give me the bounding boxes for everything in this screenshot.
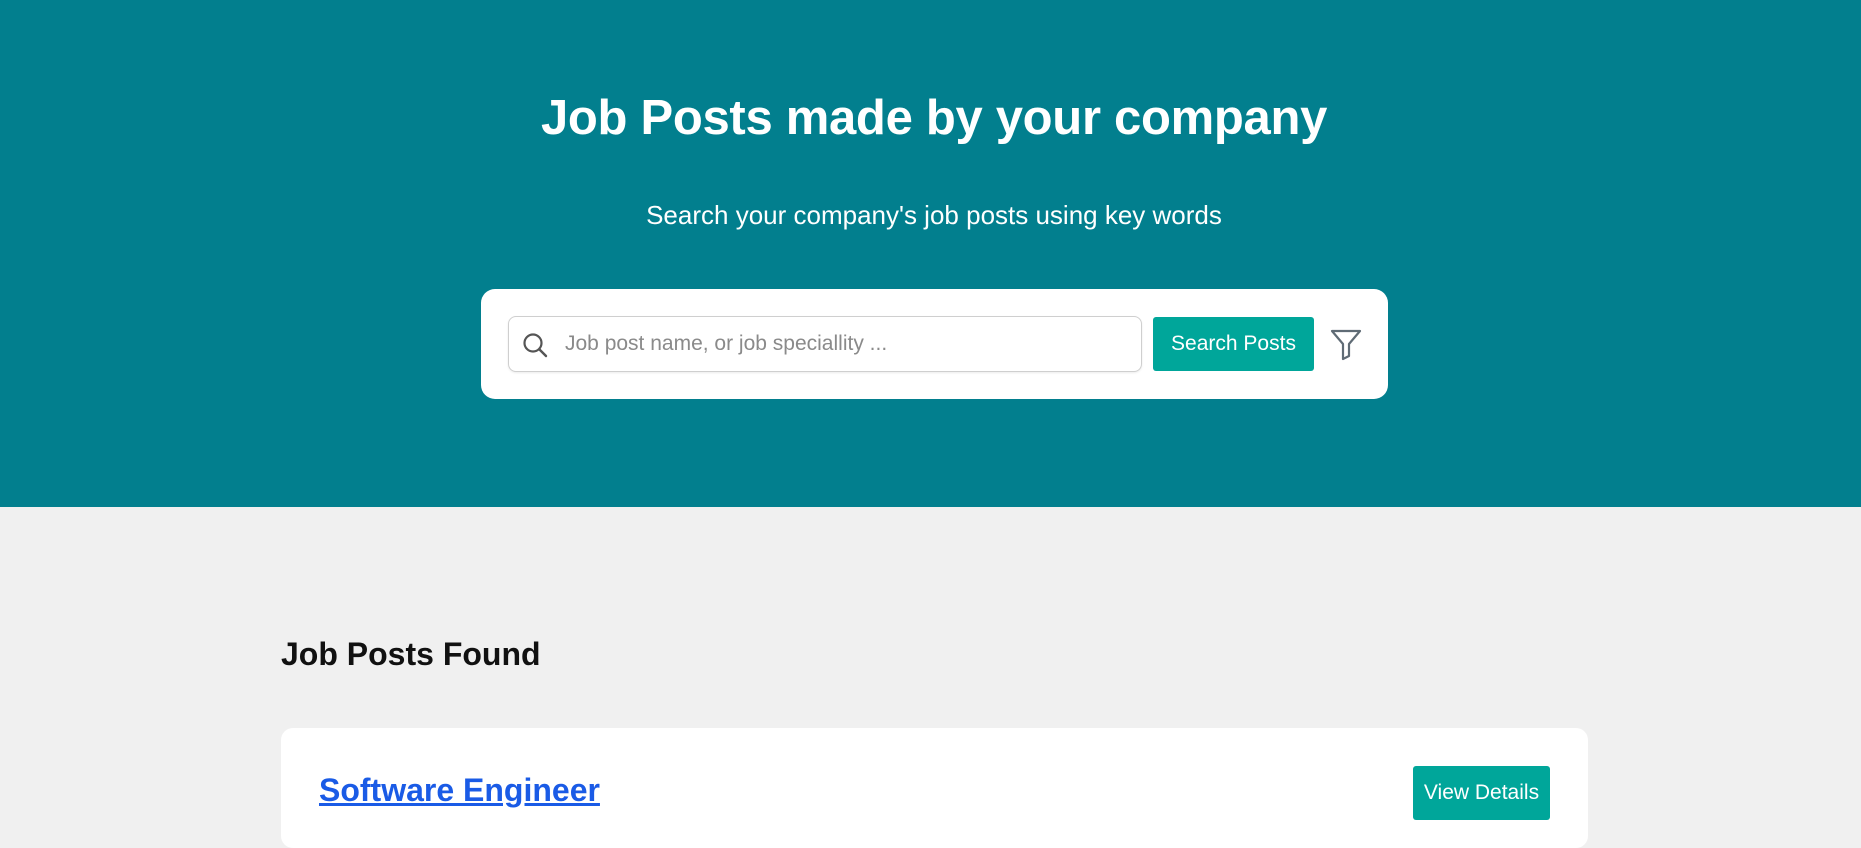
search-field[interactable] xyxy=(508,316,1142,372)
search-panel: Search Posts xyxy=(481,289,1388,399)
page-title: Job Posts made by your company xyxy=(540,91,1328,145)
filter-icon[interactable] xyxy=(1327,325,1365,363)
view-details-button[interactable]: View Details xyxy=(1413,766,1550,820)
job-post-title-link[interactable]: Software Engineer xyxy=(319,772,600,809)
hero-banner: Job Posts made by your company Search yo… xyxy=(0,0,1861,507)
search-icon xyxy=(521,331,549,359)
results-heading: Job Posts Found xyxy=(281,636,541,672)
job-post-card: Software Engineer View Details xyxy=(281,728,1588,848)
page-subtitle: Search your company's job posts using ke… xyxy=(646,200,1222,230)
search-input[interactable] xyxy=(565,325,1125,363)
search-posts-button[interactable]: Search Posts xyxy=(1153,317,1314,371)
